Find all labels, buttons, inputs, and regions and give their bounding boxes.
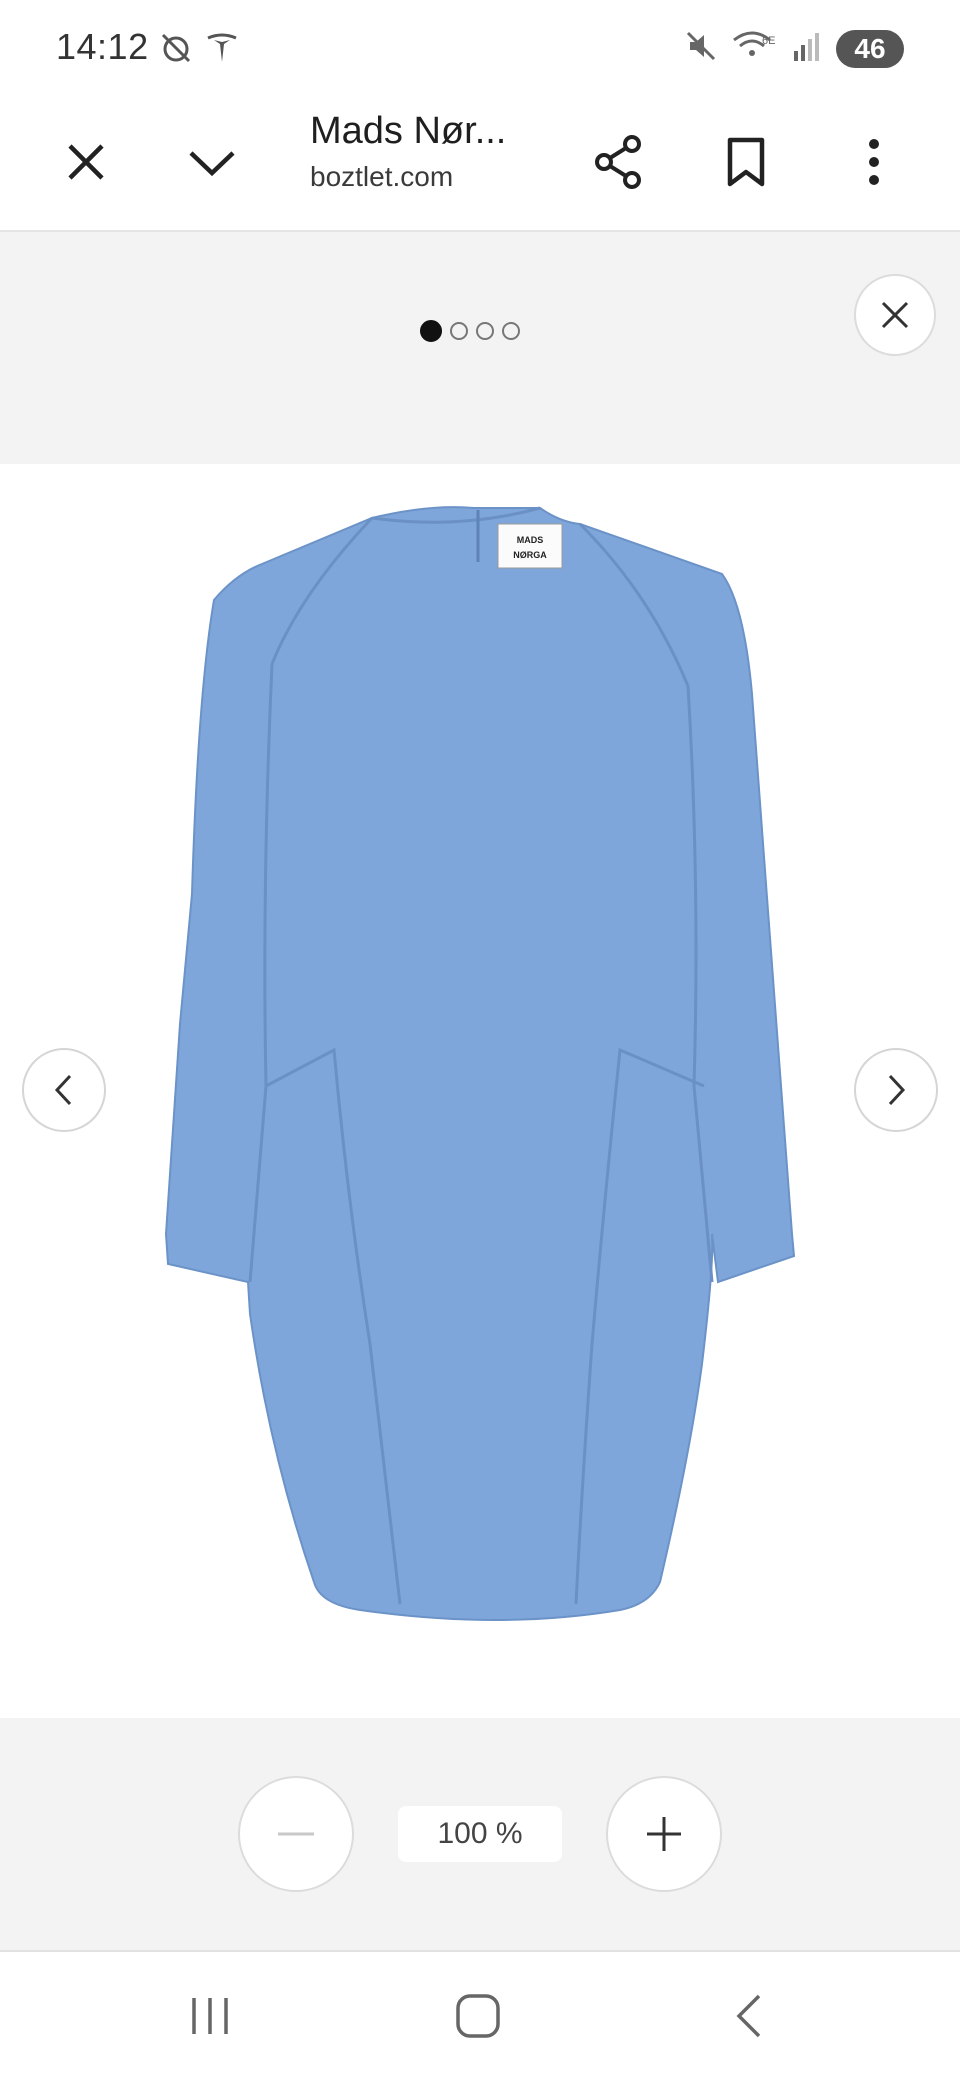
- previous-image-button[interactable]: [22, 1048, 106, 1132]
- chevron-right-icon: [888, 1074, 906, 1106]
- next-image-button[interactable]: [854, 1048, 938, 1132]
- close-tab-button[interactable]: [46, 122, 126, 202]
- bookmark-icon: [727, 137, 765, 187]
- share-button[interactable]: [578, 122, 658, 202]
- page-dot[interactable]: [450, 322, 468, 340]
- product-image-area: MADS NØRGA: [0, 464, 960, 1718]
- page-title: Mads Nør...: [310, 110, 507, 152]
- page-title-block[interactable]: Mads Nør... boztlet.com: [310, 110, 550, 193]
- more-options-button[interactable]: [834, 122, 914, 202]
- plus-icon: [647, 1817, 681, 1851]
- zoom-in-button[interactable]: [606, 1776, 722, 1892]
- more-vert-icon: [869, 139, 879, 185]
- home-icon: [456, 1994, 500, 2038]
- mute-icon: [684, 29, 718, 68]
- minimize-button[interactable]: [172, 122, 252, 202]
- battery-indicator: 46: [836, 29, 904, 68]
- tesla-icon: [204, 30, 240, 71]
- svg-text:NØRGA: NØRGA: [513, 550, 547, 560]
- minus-icon: [278, 1832, 314, 1836]
- close-icon: [68, 144, 104, 180]
- svg-text:6E: 6E: [762, 35, 775, 47]
- back-icon: [736, 1994, 761, 2038]
- gallery-pagination: [420, 320, 520, 342]
- zoom-out-button[interactable]: [238, 1776, 354, 1892]
- bookmark-button[interactable]: [706, 122, 786, 202]
- page-url: boztlet.com: [310, 161, 454, 192]
- signal-icon: [792, 29, 822, 68]
- svg-text:MADS: MADS: [517, 535, 544, 545]
- status-bar: 14:12 6E 46: [0, 0, 960, 96]
- page-dot[interactable]: [476, 322, 494, 340]
- close-icon: [881, 301, 909, 329]
- status-time: 14:12: [56, 26, 149, 67]
- back-button[interactable]: [708, 1982, 788, 2050]
- recent-apps-icon: [192, 1998, 228, 2034]
- alarm-off-icon: [158, 30, 194, 71]
- zoom-level: 100 %: [398, 1806, 562, 1862]
- share-icon: [595, 135, 641, 189]
- product-image[interactable]: MADS NØRGA: [0, 464, 960, 1718]
- wifi-6e-icon: 6E: [732, 28, 778, 69]
- gallery-header: [0, 232, 960, 464]
- chevron-down-icon: [189, 151, 235, 177]
- close-gallery-button[interactable]: [854, 274, 936, 356]
- chevron-left-icon: [54, 1074, 72, 1106]
- home-button[interactable]: [438, 1982, 518, 2050]
- recent-apps-button[interactable]: [170, 1982, 250, 2050]
- system-nav-bar: [0, 1952, 960, 2080]
- page-dot[interactable]: [502, 322, 520, 340]
- browser-toolbar: Mads Nør... boztlet.com: [0, 96, 960, 232]
- page-dot[interactable]: [420, 320, 442, 342]
